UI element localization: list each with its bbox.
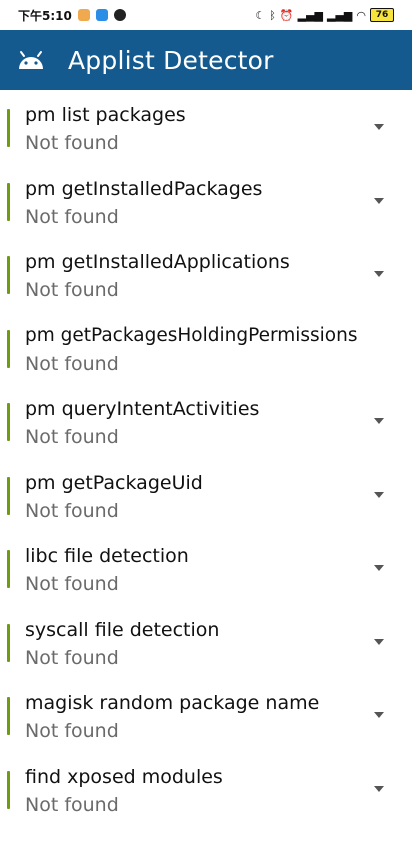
status-indicator — [7, 623, 10, 662]
tiktok-notification-icon — [113, 9, 126, 21]
status-indicator — [7, 697, 10, 735]
item-title: pm getPackageUid — [25, 471, 203, 494]
status-indicator — [7, 109, 10, 147]
moon-icon: ☾ — [255, 8, 266, 22]
status-bar-left: 下午5:10 — [18, 7, 126, 24]
chevron-down-icon[interactable] — [374, 638, 384, 645]
chevron-down-icon[interactable] — [374, 271, 384, 277]
item-title: pm list packages — [25, 104, 186, 126]
chevron-down-icon[interactable] — [374, 124, 384, 130]
status-indicator — [7, 550, 10, 588]
alarm-icon: ⏰ — [279, 8, 294, 22]
item-title: pm getInstalledPackages — [25, 177, 263, 200]
item-status: Not found — [25, 132, 119, 154]
item-title: pm getInstalledApplications — [25, 251, 290, 273]
signal-2-icon: ▂▄▆ — [327, 8, 353, 22]
list-item[interactable]: find xposed modules Not found — [0, 752, 412, 826]
item-title: magisk random package name — [25, 692, 320, 714]
app-bar: Applist Detector — [0, 30, 412, 90]
status-indicator — [7, 770, 10, 809]
list-item[interactable]: pm getInstalledApplications Not found — [0, 237, 412, 311]
status-bar: 下午5:10 ☾ ᛒ ⏰ ▂▄▆ ▂▄▆ ◠ 76 — [0, 0, 412, 30]
item-title: pm queryIntentActivities — [25, 398, 260, 420]
chevron-down-icon[interactable] — [374, 197, 384, 204]
list-item[interactable]: libc file detection Not found — [0, 531, 412, 605]
detection-list: pm list packages Not found pm getInstall… — [0, 90, 412, 825]
item-status: Not found — [25, 499, 119, 522]
list-item[interactable]: syscall file detection Not found — [0, 605, 412, 679]
signal-icon: ▂▄▆ — [297, 8, 323, 22]
list-item[interactable]: pm getPackageUid Not found — [0, 458, 412, 532]
chat-notification-icon — [77, 9, 90, 21]
status-indicator — [7, 476, 10, 515]
chevron-down-icon[interactable] — [374, 491, 384, 498]
wifi-icon: ◠ — [356, 8, 366, 22]
list-item[interactable]: pm list packages Not found — [0, 90, 412, 164]
list-item[interactable]: pm getInstalledPackages Not found — [0, 164, 412, 238]
item-title: pm getPackagesHoldingPermissions — [25, 324, 358, 346]
item-status: Not found — [25, 205, 119, 228]
list-item[interactable]: magisk random package name Not found — [0, 678, 412, 752]
item-status: Not found — [25, 426, 119, 448]
chevron-down-icon[interactable] — [374, 565, 384, 571]
battery-icon: 76 — [370, 8, 394, 22]
item-status: Not found — [25, 352, 119, 375]
item-title: syscall file detection — [25, 618, 220, 641]
chevron-down-icon[interactable] — [374, 418, 384, 424]
list-item[interactable]: pm getPackagesHoldingPermissions Not fou… — [0, 311, 412, 385]
app-notification-icon — [95, 9, 108, 21]
item-status: Not found — [25, 793, 119, 816]
item-title: libc file detection — [25, 545, 189, 567]
item-status: Not found — [25, 646, 119, 669]
chevron-down-icon[interactable] — [374, 785, 384, 792]
android-icon — [19, 51, 43, 69]
item-status: Not found — [25, 720, 119, 742]
status-indicator — [7, 403, 10, 441]
status-indicator — [7, 182, 10, 221]
bluetooth-icon: ᛒ — [269, 8, 276, 22]
status-indicator — [7, 256, 10, 294]
list-item[interactable]: pm queryIntentActivities Not found — [0, 384, 412, 458]
app-title: Applist Detector — [68, 45, 274, 75]
chevron-down-icon[interactable] — [374, 712, 384, 718]
item-title: find xposed modules — [25, 765, 223, 788]
status-indicator — [7, 329, 10, 368]
item-status: Not found — [25, 573, 119, 595]
status-bar-right: ☾ ᛒ ⏰ ▂▄▆ ▂▄▆ ◠ 76 — [255, 8, 394, 22]
status-time: 下午5:10 — [18, 8, 72, 23]
item-status: Not found — [25, 279, 119, 301]
